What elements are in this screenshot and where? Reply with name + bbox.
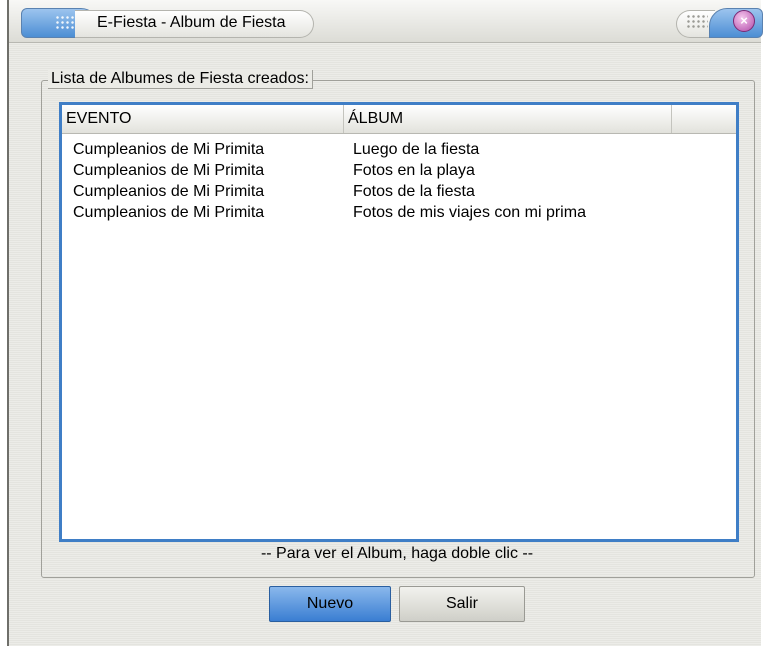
cell-evento: Cumpleanios de Mi Primita [73,141,265,158]
title-bar[interactable]: E-Fiesta - Album de Fiesta × [9,0,763,43]
column-header-evento[interactable]: EVENTO [62,105,344,133]
albums-group-label: Lista de Albumes de Fiesta creados: [48,70,313,89]
close-icon[interactable]: × [733,10,755,32]
app-window: E-Fiesta - Album de Fiesta × Lista de Al… [7,0,763,646]
exit-button[interactable]: Salir [399,586,525,622]
grip-icon [686,14,708,30]
list-item[interactable]: Cumpleanios de Mi Primita Luego de la fi… [62,139,736,160]
cell-evento: Cumpleanios de Mi Primita [73,204,265,221]
window-title: E-Fiesta - Album de Fiesta [97,14,286,31]
double-click-hint: -- Para ver el Album, haga doble clic -- [260,545,534,562]
list-item[interactable]: Cumpleanios de Mi Primita Fotos de mis v… [62,202,736,223]
list-item[interactable]: Cumpleanios de Mi Primita Fotos en la pl… [62,160,736,181]
cell-album: Fotos de mis viajes con mi prima [353,204,586,221]
column-header-empty[interactable] [672,105,736,133]
column-header-album[interactable]: ÁLBUM [344,105,672,133]
list-header: EVENTO ÁLBUM [62,105,736,134]
list-item[interactable]: Cumpleanios de Mi Primita Fotos de la fi… [62,181,736,202]
cell-album: Fotos en la playa [353,162,475,179]
cell-evento: Cumpleanios de Mi Primita [73,162,265,179]
cell-album: Fotos de la fiesta [353,183,475,200]
albums-list[interactable]: EVENTO ÁLBUM Cumpleanios de Mi Primita L… [59,102,739,542]
cell-album: Luego de la fiesta [353,141,480,158]
new-button[interactable]: Nuevo [269,586,391,622]
cell-evento: Cumpleanios de Mi Primita [73,183,265,200]
